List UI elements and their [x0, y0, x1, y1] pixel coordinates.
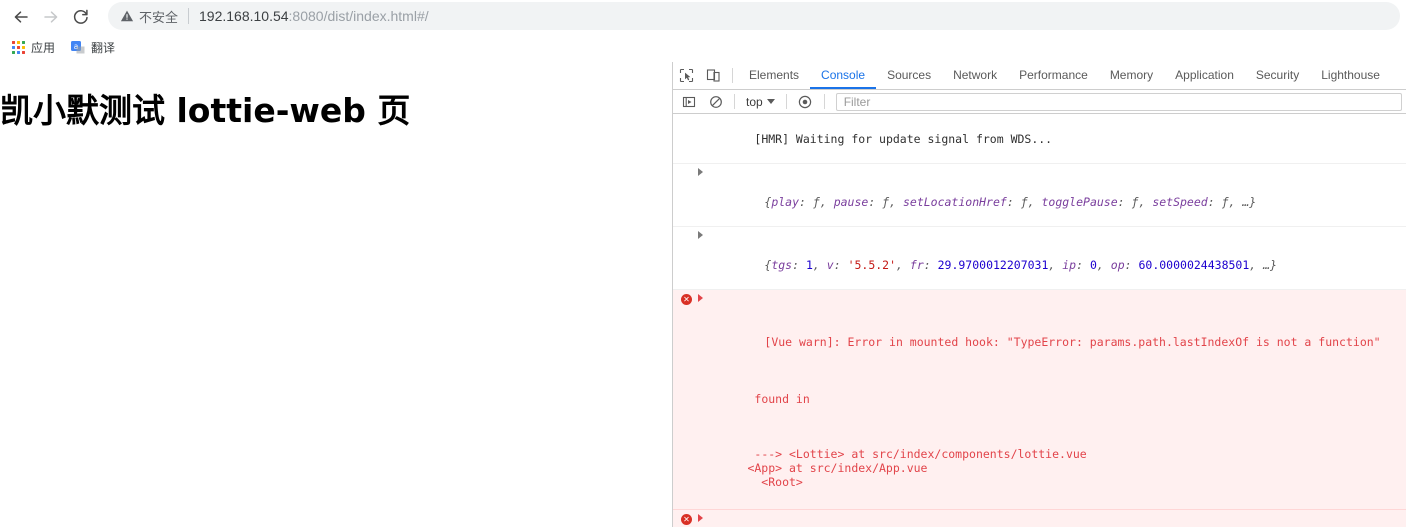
console-message-vue-warn[interactable]: ✕ [Vue warn]: Error in mounted hook: "Ty…	[673, 290, 1406, 364]
security-indicator[interactable]: 不安全	[120, 7, 178, 26]
forward-button[interactable]	[36, 3, 66, 31]
execution-context-label: top	[746, 94, 763, 109]
filterbar-separator-3	[823, 94, 825, 109]
live-expression-icon	[798, 95, 812, 108]
bookmark-apps-label: 应用	[31, 41, 56, 55]
url-path: :8080/dist/index.html#/	[288, 8, 429, 24]
execute-snippet-icon	[682, 96, 695, 107]
reload-button[interactable]	[66, 3, 96, 31]
console-message-hmr[interactable]: [HMR] Waiting for update signal from WDS…	[673, 115, 1406, 164]
expand-triangle-icon[interactable]	[698, 514, 703, 522]
back-arrow-icon	[14, 10, 28, 23]
translate-icon: a	[71, 40, 85, 55]
tab-application[interactable]: Application	[1164, 62, 1245, 89]
inspect-element-button[interactable]	[673, 63, 700, 89]
apps-grid-icon	[12, 41, 25, 54]
navigation-row: 不安全 192.168.10.54:8080/dist/index.html#/	[0, 0, 1406, 33]
error-badge-icon: ✕	[681, 514, 692, 525]
tab-network[interactable]: Network	[942, 62, 1008, 89]
clear-console-button[interactable]	[702, 89, 729, 115]
tab-elements[interactable]: Elements	[738, 62, 810, 89]
execution-context-selector[interactable]: top	[740, 95, 781, 109]
tab-security[interactable]: Security	[1245, 62, 1310, 89]
tab-memory[interactable]: Memory	[1099, 62, 1164, 89]
security-label: 不安全	[139, 10, 179, 26]
console-message-vue-warn-found-in: found in	[673, 364, 1406, 420]
bookmark-apps[interactable]: 应用	[8, 36, 63, 59]
tabbar-separator	[732, 68, 733, 83]
devtools-tab-list: Elements Console Sources Network Perform…	[738, 62, 1391, 89]
found-in-label: found in	[754, 392, 810, 406]
component-stack-text: ---> <Lottie> at src/index/components/lo…	[747, 447, 1087, 489]
back-button[interactable]	[6, 3, 36, 31]
execute-snippet-button[interactable]	[675, 89, 702, 115]
object-2-preview: {tgs: 1, v: '5.5.2', fr: 29.970001220703…	[764, 258, 1277, 272]
object-1-preview: {play: ƒ, pause: ƒ, setLocationHref: ƒ, …	[764, 195, 1257, 209]
tab-lighthouse[interactable]: Lighthouse	[1310, 62, 1391, 89]
console-message-type-error[interactable]: ✕ TypeError: params.path.lastIndexOf is …	[673, 510, 1406, 527]
filterbar-separator-2	[785, 94, 787, 109]
hmr-text: [HMR] Waiting for update signal from WDS…	[754, 132, 1053, 146]
devtools-panel: Elements Console Sources Network Perform…	[672, 62, 1406, 527]
page-title: 凯小默测试 lottie-web 页	[0, 91, 411, 130]
address-bar[interactable]: 不安全 192.168.10.54:8080/dist/index.html#/	[108, 2, 1400, 30]
console-message-vue-component-stack: ---> <Lottie> at src/index/components/lo…	[673, 420, 1406, 510]
tab-sources[interactable]: Sources	[876, 62, 942, 89]
console-message-list[interactable]: [HMR] Waiting for update signal from WDS…	[673, 115, 1406, 527]
inspect-element-icon	[679, 68, 694, 83]
console-filter-bar: top Filter	[673, 90, 1406, 114]
devtools-tabbar: Elements Console Sources Network Perform…	[673, 62, 1406, 90]
expand-triangle-icon[interactable]	[698, 168, 703, 176]
live-expression-button[interactable]	[792, 89, 819, 115]
warning-triangle-icon	[120, 10, 134, 22]
omnibox-separator	[188, 8, 190, 24]
vue-warn-headline: [Vue warn]: Error in mounted hook: "Type…	[764, 335, 1381, 349]
browser-window: 不安全 192.168.10.54:8080/dist/index.html#/…	[0, 0, 1406, 527]
device-toolbar-icon	[706, 69, 720, 82]
url-text: 192.168.10.54:8080/dist/index.html#/	[199, 8, 429, 24]
tab-console[interactable]: Console	[810, 62, 877, 89]
browser-chrome: 不安全 192.168.10.54:8080/dist/index.html#/…	[0, 0, 1406, 62]
clear-console-icon	[709, 95, 722, 108]
url-host: 192.168.10.54	[199, 8, 289, 24]
tab-performance[interactable]: Performance	[1008, 62, 1099, 89]
page-viewport: 凯小默测试 lottie-web 页	[0, 62, 672, 527]
reload-icon	[73, 9, 88, 24]
bookmark-translate[interactable]: a 翻译	[67, 36, 123, 59]
forward-arrow-icon	[44, 10, 58, 23]
console-message-object-1[interactable]: {play: ƒ, pause: ƒ, setLocationHref: ƒ, …	[673, 164, 1406, 227]
expand-triangle-icon[interactable]	[698, 294, 703, 302]
error-badge-icon: ✕	[681, 294, 692, 305]
filterbar-separator-1	[734, 94, 735, 109]
chevron-down-icon	[766, 99, 775, 104]
console-filter-input[interactable]: Filter	[835, 92, 1402, 111]
bookmarks-bar: 应用 a 翻译	[0, 33, 1406, 62]
expand-triangle-icon[interactable]	[698, 231, 703, 239]
bookmark-translate-label: 翻译	[91, 41, 116, 55]
device-toolbar-button[interactable]	[700, 63, 727, 89]
console-message-object-2[interactable]: {tgs: 1, v: '5.5.2', fr: 29.970001220703…	[673, 227, 1406, 290]
